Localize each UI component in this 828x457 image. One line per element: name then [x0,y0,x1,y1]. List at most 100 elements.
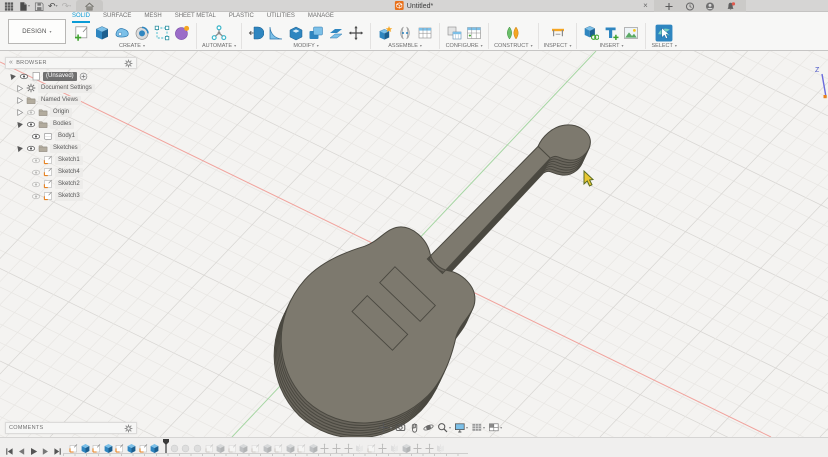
pipe-icon[interactable] [153,24,171,42]
browser-row-body1[interactable]: Body1 [5,130,137,142]
collapsed-arrow-icon[interactable] [14,107,24,117]
expanded-arrow-icon[interactable] [14,143,24,153]
tab-solid[interactable]: SOLID [72,13,90,23]
browser-item-label[interactable]: Sketch2 [55,180,83,189]
timeline-feature-sketch[interactable] [228,441,237,452]
expanded-arrow-icon[interactable] [14,119,24,129]
timeline-feature-fillet[interactable] [170,441,179,452]
save-icon[interactable] [34,0,44,12]
group-label-inspect[interactable]: INSPECT▾ [544,43,572,49]
fillet-icon[interactable] [267,24,285,42]
home-tab[interactable] [76,0,103,12]
step-forward-button[interactable] [41,443,50,452]
profile-icon[interactable] [705,0,715,12]
browser-row-sketch1[interactable]: Sketch1 [5,154,137,166]
group-label-automate[interactable]: AUTOMATE▾ [202,43,236,49]
undo-icon[interactable]: ↶▾ [48,0,58,12]
offset-face-icon[interactable] [327,24,345,42]
skip-end-button[interactable] [53,443,62,452]
viewports-icon[interactable]: ▾ [488,422,502,433]
zoom-icon[interactable]: ▾ [437,422,451,433]
visibility-eye-icon[interactable] [26,143,36,153]
sketch-icon[interactable] [73,24,91,42]
pan-icon[interactable]: ▾ [378,422,392,433]
sweep-icon[interactable] [113,24,131,42]
rigid-group-icon[interactable] [416,24,434,42]
tab-manage[interactable]: MANAGE [308,13,334,23]
orbit-icon[interactable] [423,422,434,433]
tab-plastic[interactable]: PLASTIC [229,13,254,23]
job-status-icon[interactable] [685,0,695,12]
joint-icon[interactable] [396,24,414,42]
browser-item-label[interactable]: (Unsaved) [43,72,77,81]
browser-row-document-settings[interactable]: Document Settings [5,82,137,94]
visibility-eye-icon[interactable] [26,107,36,117]
form-icon[interactable] [173,24,191,42]
timeline-feature-move[interactable] [425,441,434,452]
timeline-feature-move[interactable] [344,441,353,452]
pan-hand-icon[interactable] [409,422,420,433]
app-grid-icon[interactable] [4,0,14,12]
timeline-feature-extrude[interactable] [127,441,136,452]
timeline-feature-extrude[interactable] [81,441,90,452]
browser-row--unsaved-[interactable]: (Unsaved) [5,70,137,82]
construction-plane-icon[interactable] [504,24,522,42]
visibility-eye-icon[interactable] [26,119,36,129]
timeline-feature-mirror[interactable] [355,441,364,452]
timeline-feature-mirror[interactable] [390,441,399,452]
timeline-playhead[interactable] [162,439,170,454]
collapsed-arrow-icon[interactable] [14,83,24,93]
circle-plus-icon[interactable] [79,71,89,81]
browser-row-sketch2[interactable]: Sketch2 [5,178,137,190]
tab-surface[interactable]: SURFACE [103,13,131,23]
visibility-eye-icon[interactable] [31,131,41,141]
browser-row-sketch3[interactable]: Sketch3 [5,190,137,202]
timeline-feature-mirror[interactable] [436,441,445,452]
fit-view-icon[interactable] [395,422,406,433]
browser-item-label[interactable]: Sketch3 [55,192,83,201]
file-menu-icon[interactable]: ▾ [18,0,30,12]
browser-row-bodies[interactable]: Bodies [5,118,137,130]
combine-icon[interactable] [307,24,325,42]
shell-icon[interactable] [287,24,305,42]
timeline-feature-extrude[interactable] [263,441,272,452]
timeline-feature-sketch[interactable] [205,441,214,452]
timeline-feature-extrude[interactable] [150,441,159,452]
grid-settings-icon[interactable]: ▾ [471,422,485,433]
timeline-feature-extrude[interactable] [402,441,411,452]
timeline-feature-sketch[interactable] [139,441,148,452]
comments-panel-header[interactable]: COMMENTS [5,422,137,434]
browser-row-sketch4[interactable]: Sketch4 [5,166,137,178]
collapse-panel-icon[interactable]: « [9,60,13,66]
browser-settings-icon[interactable] [123,58,133,68]
new-component-icon[interactable] [376,24,394,42]
browser-item-label[interactable]: Origin [50,108,72,117]
timeline-feature-sketch[interactable] [251,441,260,452]
automate-icon[interactable] [210,24,228,42]
insert-image-icon[interactable] [622,24,640,42]
group-label-insert[interactable]: INSERT▾ [599,43,623,49]
timeline-feature-sketch[interactable] [92,441,101,452]
measure-icon[interactable] [549,24,567,42]
group-label-create[interactable]: CREATE▾ [119,43,145,49]
browser-item-label[interactable]: Sketches [50,144,81,153]
timeline-feature-move[interactable] [320,441,329,452]
timeline-feature-sketch[interactable] [367,441,376,452]
notifications-icon[interactable] [726,0,736,12]
timeline-feature-extrude[interactable] [239,441,248,452]
group-label-configure[interactable]: CONFIGURE▾ [446,43,483,49]
insert-derive-icon[interactable] [582,24,600,42]
browser-item-label[interactable]: Sketch4 [55,168,83,177]
move-icon[interactable] [347,24,365,42]
browser-item-label[interactable]: Body1 [55,132,78,141]
visibility-eye-icon[interactable] [19,71,29,81]
timeline-feature-sketch[interactable] [297,441,306,452]
timeline-feature-fillet[interactable] [181,441,190,452]
play-button[interactable] [29,443,38,452]
timeline-feature-sketch[interactable] [69,441,78,452]
visibility-eye-icon[interactable] [31,191,41,201]
timeline-feature-move[interactable] [332,441,341,452]
timeline-feature-sketch[interactable] [115,441,124,452]
timeline-feature-extrude[interactable] [104,441,113,452]
timeline-feature-extrude[interactable] [309,441,318,452]
